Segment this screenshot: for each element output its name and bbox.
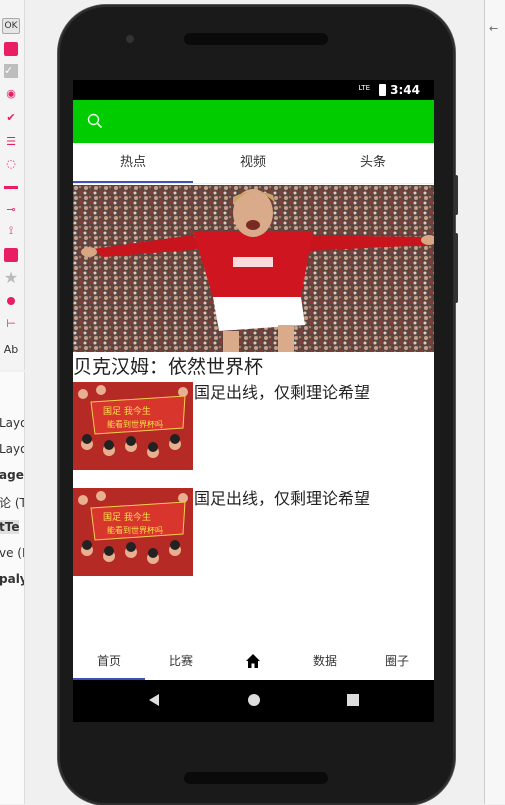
nav-matches[interactable]: 比赛: [145, 643, 217, 679]
banner-text: 国足 我今生: [103, 405, 151, 417]
widget-palette: OK ✓ ◉ ✔ ☰ ◌ ⊸ ⟟ ★ ⊢ Ab: [0, 0, 25, 370]
news-title[interactable]: 国足出线，仅剩理论希望: [194, 488, 370, 510]
tree-item[interactable]: age: [0, 468, 24, 482]
palette-toggle-icon[interactable]: [2, 40, 20, 58]
list-item[interactable]: 国足 我今生 能看到世界杯吗 国足出线，仅剩理论希望: [73, 488, 434, 578]
svg-text:能看到世界杯吗: 能看到世界杯吗: [107, 419, 163, 429]
speaker-top: [184, 33, 328, 45]
top-tab-bar: 热点 视频 头条: [73, 143, 434, 184]
nav-center-home[interactable]: [217, 643, 289, 679]
palette-rating-icon[interactable]: ★: [2, 268, 20, 287]
palette-quickcontact-icon[interactable]: [2, 246, 20, 264]
palette-ok-button[interactable]: OK: [2, 18, 20, 34]
news-thumbnail: 国足 我今生 能看到世界杯吗: [73, 488, 193, 576]
back-icon[interactable]: [148, 693, 160, 707]
palette-spellcheck-icon[interactable]: ✔: [2, 108, 20, 126]
hero-image[interactable]: [73, 185, 434, 352]
palette-checkbox-icon[interactable]: ✓: [2, 62, 20, 80]
svg-text:国足 我今生: 国足 我今生: [103, 511, 151, 523]
tree-item[interactable]: tTe: [0, 520, 20, 534]
tree-item[interactable]: Layo: [0, 442, 24, 456]
right-scrollbar[interactable]: ←: [484, 0, 505, 804]
tree-item[interactable]: ve (E: [0, 546, 24, 560]
palette-switch-icon[interactable]: [2, 292, 20, 310]
tab-headlines[interactable]: 头条: [313, 143, 433, 183]
palette-radio-icon[interactable]: ◉: [2, 84, 20, 102]
tree-item[interactable]: palyi: [0, 572, 24, 586]
home-icon: [246, 654, 260, 668]
speaker-bottom: [184, 772, 328, 784]
collapse-arrow-icon[interactable]: ←: [489, 22, 498, 35]
search-icon[interactable]: [87, 113, 103, 129]
tab-indicator: [73, 181, 193, 183]
nav-data[interactable]: 数据: [289, 643, 361, 679]
palette-seekbar-discrete-icon[interactable]: ⟟: [2, 222, 20, 240]
app-screen: LTE 3:44 热点 视频 头条 贝克汉姆：依然世界杯 国足 我今生 能看到世…: [73, 80, 434, 722]
nav-circle[interactable]: 圈子: [361, 643, 433, 679]
system-nav-bar: [73, 680, 434, 722]
palette-textview-icon[interactable]: Ab: [2, 340, 20, 358]
hero-title[interactable]: 贝克汉姆：依然世界杯: [73, 352, 434, 382]
palette-list-icon[interactable]: ☰: [2, 132, 20, 150]
tree-item[interactable]: Layo: [0, 416, 24, 430]
svg-text:能看到世界杯吗: 能看到世界杯吗: [107, 525, 163, 535]
app-toolbar: [73, 100, 434, 143]
news-title[interactable]: 国足出线，仅剩理论希望: [194, 382, 370, 404]
tab-hot[interactable]: 热点: [73, 143, 193, 183]
bottom-nav: 首页 比赛 数据 圈子: [73, 643, 434, 679]
volume-button[interactable]: [454, 233, 458, 303]
home-button-icon[interactable]: [247, 693, 261, 707]
tab-video[interactable]: 视频: [193, 143, 313, 183]
lte-indicator: LTE: [358, 84, 370, 92]
palette-progress-icon[interactable]: ◌: [2, 154, 20, 172]
nav-home[interactable]: 首页: [73, 643, 145, 679]
tree-item[interactable]: 论 (T: [0, 494, 24, 511]
status-time: 3:44: [390, 83, 420, 97]
palette-seekbar-icon[interactable]: ⊸: [2, 200, 20, 218]
palette-progressbar-icon[interactable]: [2, 178, 20, 196]
battery-icon: [379, 84, 386, 96]
palette-spacer-icon[interactable]: ⊢: [2, 314, 20, 332]
status-bar: LTE 3:44: [73, 80, 434, 100]
camera-icon: [126, 35, 134, 43]
component-tree: Layo Layo age 论 (T tTe ve (E palyi: [0, 372, 25, 804]
recents-icon[interactable]: [347, 694, 359, 706]
news-thumbnail: 国足 我今生 能看到世界杯吗: [73, 382, 193, 470]
list-item[interactable]: 国足 我今生 能看到世界杯吗 国足出线，仅剩理论希望: [73, 382, 434, 472]
power-button[interactable]: [454, 175, 458, 215]
